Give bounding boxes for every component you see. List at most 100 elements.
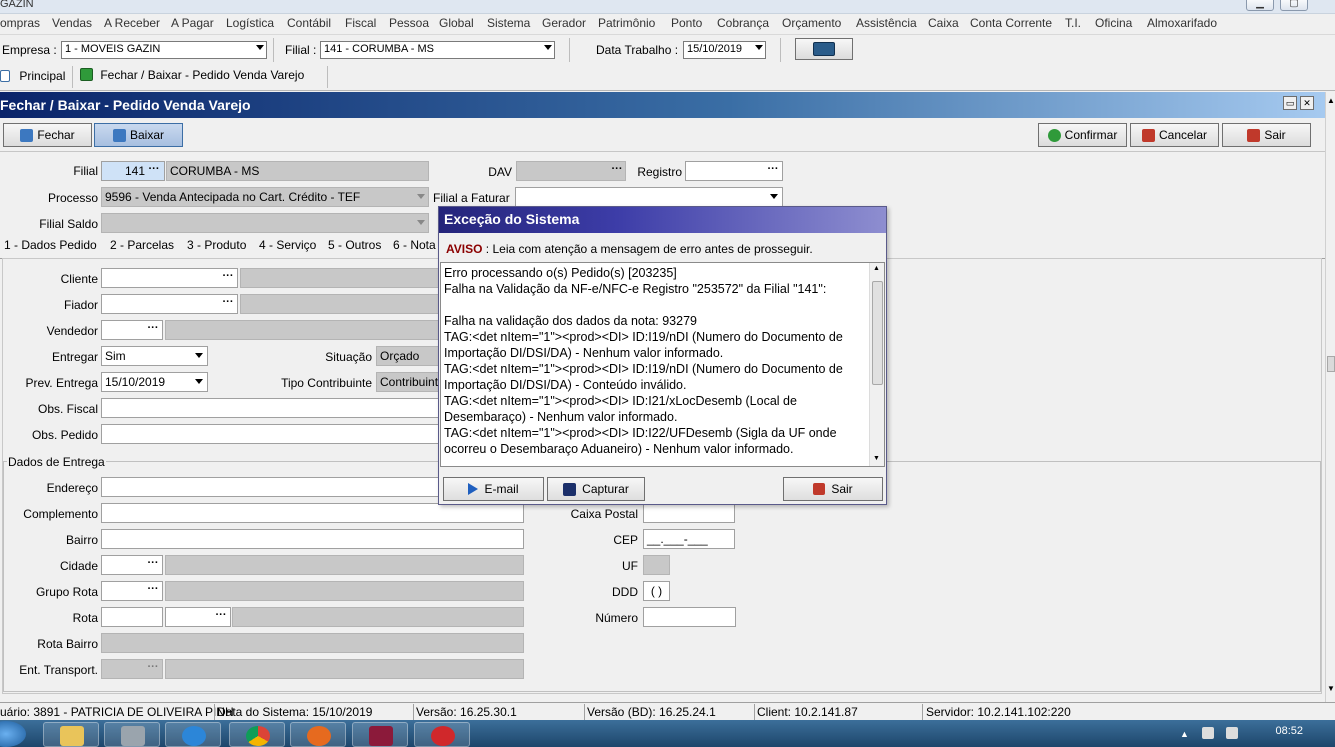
menu-logistica[interactable]: Logística: [226, 16, 274, 30]
lookup-icon[interactable]: ···: [144, 660, 162, 678]
lookup-icon[interactable]: ···: [145, 162, 163, 180]
lookup-icon[interactable]: ···: [144, 556, 162, 574]
divider: [780, 38, 781, 62]
data-trabalho-select[interactable]: 15/10/2019: [683, 41, 766, 59]
scroll-down-icon[interactable]: ▼: [1327, 684, 1335, 693]
dialog-sair-button[interactable]: Sair: [783, 477, 883, 501]
menu-global[interactable]: Global: [439, 16, 474, 30]
menu-contabil[interactable]: Contábil: [287, 16, 331, 30]
volume-icon[interactable]: [1226, 727, 1238, 739]
filial-saldo-select[interactable]: [101, 213, 429, 233]
tab-outros[interactable]: 5 - Outros: [328, 238, 381, 252]
taskbar-explorer[interactable]: [43, 722, 99, 747]
menu-conta-corrente[interactable]: Conta Corrente: [970, 16, 1052, 30]
exit-icon: [1247, 128, 1261, 142]
lookup-icon[interactable]: ···: [144, 582, 162, 600]
endereco-field[interactable]: [101, 477, 440, 497]
lookup-icon[interactable]: ···: [144, 321, 162, 339]
bairro-field[interactable]: [101, 529, 524, 549]
status-usuario: uário: 3891 - PATRICIA DE OLIVEIRA PINH: [0, 705, 234, 719]
prev-entrega-select[interactable]: 15/10/2019: [101, 372, 208, 392]
taskbar-app-arrow[interactable]: [414, 722, 470, 747]
tray-expand-icon[interactable]: ▲: [1180, 729, 1189, 739]
calculator-button[interactable]: [795, 38, 853, 60]
sair-button[interactable]: Sair: [1222, 123, 1311, 147]
tab-servico[interactable]: 4 - Serviço: [259, 238, 316, 252]
scroll-thumb[interactable]: [872, 281, 883, 385]
taskbar-app[interactable]: [104, 722, 160, 747]
cep-field[interactable]: __.___-___: [643, 529, 735, 549]
processo-value: 9596 - Venda Antecipada no Cart. Crédito…: [105, 190, 361, 204]
tab-dados-pedido[interactable]: 1 - Dados Pedido: [4, 238, 97, 252]
taskbar-firefox[interactable]: [290, 722, 346, 747]
menu-assistencia[interactable]: Assistência: [856, 16, 917, 30]
tab-produto[interactable]: 3 - Produto: [187, 238, 246, 252]
menu-almoxarifado[interactable]: Almoxarifado: [1147, 16, 1217, 30]
lookup-icon[interactable]: ···: [219, 295, 237, 313]
numero-field[interactable]: [643, 607, 736, 627]
lookup-icon[interactable]: ···: [219, 269, 237, 287]
error-message-box[interactable]: Erro processando o(s) Pedido(s) [203235]…: [440, 262, 885, 467]
restore-button[interactable]: ▭: [1283, 96, 1297, 110]
start-button[interactable]: [0, 721, 26, 747]
menu-sistema[interactable]: Sistema: [487, 16, 530, 30]
network-icon[interactable]: [1202, 727, 1214, 739]
menu-caixa[interactable]: Caixa: [928, 16, 959, 30]
fechar-button[interactable]: Fechar: [3, 123, 92, 147]
cliente-code-field[interactable]: [101, 268, 238, 288]
obs-fiscal-field[interactable]: [101, 398, 440, 418]
menu-cobranca[interactable]: Cobrança: [717, 16, 769, 30]
maximize-button[interactable]: ▢: [1280, 0, 1308, 11]
cliente-label: Cliente: [60, 272, 98, 286]
scroll-thumb[interactable]: [1327, 356, 1335, 372]
ddd-label: DDD: [612, 585, 638, 599]
clock[interactable]: 08:52: [1275, 725, 1303, 737]
lookup-icon[interactable]: ···: [764, 162, 782, 180]
menu-a-pagar[interactable]: A Pagar: [171, 16, 214, 30]
lookup-icon[interactable]: ···: [212, 608, 230, 626]
scroll-up-icon[interactable]: ▲: [1327, 96, 1335, 105]
menu-pessoa[interactable]: Pessoa: [389, 16, 429, 30]
menu-oficina[interactable]: Oficina: [1095, 16, 1132, 30]
obs-pedido-field[interactable]: [101, 424, 440, 444]
close-button[interactable]: ✕: [1300, 96, 1314, 110]
filial-select[interactable]: 141 - CORUMBA - MS: [320, 41, 555, 59]
minimize-button[interactable]: ▁: [1246, 0, 1274, 11]
fiador-code-field[interactable]: [101, 294, 238, 314]
email-button[interactable]: E-mail: [443, 477, 544, 501]
filial-faturar-select[interactable]: [515, 187, 783, 207]
baixar-button[interactable]: Baixar: [94, 123, 183, 147]
cancelar-button[interactable]: Cancelar: [1130, 123, 1219, 147]
menu-a-receber[interactable]: A Receber: [104, 16, 160, 30]
processo-select[interactable]: 9596 - Venda Antecipada no Cart. Crédito…: [101, 187, 429, 207]
tab-principal[interactable]: Principal: [0, 69, 65, 83]
tab-nota[interactable]: 6 - Nota: [393, 238, 436, 252]
menu-ti[interactable]: T.I.: [1065, 16, 1081, 30]
caixa-postal-field[interactable]: [643, 503, 735, 523]
taskbar-app-red[interactable]: [352, 722, 408, 747]
menu-orcamento[interactable]: Orçamento: [782, 16, 841, 30]
menu-compras[interactable]: ompras: [0, 16, 40, 30]
form-scrollbar[interactable]: ▲ ▼: [1325, 92, 1335, 702]
menu-gerador[interactable]: Gerador: [542, 16, 586, 30]
rota-code-field[interactable]: [101, 607, 163, 627]
scroll-up-icon[interactable]: ▲: [873, 265, 880, 272]
scroll-down-icon[interactable]: ▼: [873, 455, 880, 462]
menu-ponto[interactable]: Ponto: [671, 16, 702, 30]
message-scrollbar[interactable]: ▲ ▼: [869, 263, 884, 466]
entregar-select[interactable]: Sim: [101, 346, 208, 366]
confirmar-button[interactable]: Confirmar: [1038, 123, 1127, 147]
complemento-field[interactable]: [101, 503, 524, 523]
taskbar-ie[interactable]: [165, 722, 221, 747]
ddd-field[interactable]: ( ): [643, 581, 670, 601]
taskbar-chrome[interactable]: [229, 722, 285, 747]
menu-patrimonio[interactable]: Patrimônio: [598, 16, 655, 30]
menu-fiscal[interactable]: Fiscal: [345, 16, 376, 30]
menu-vendas[interactable]: Vendas: [52, 16, 92, 30]
empresa-select[interactable]: 1 - MOVEIS GAZIN: [61, 41, 267, 59]
tab-principal-label: Principal: [19, 69, 66, 83]
lookup-icon[interactable]: ···: [608, 162, 626, 180]
tab-fechar-baixar[interactable]: Fechar / Baixar - Pedido Venda Varejo: [80, 68, 304, 82]
capturar-button[interactable]: Capturar: [547, 477, 645, 501]
tab-parcelas[interactable]: 2 - Parcelas: [110, 238, 174, 252]
